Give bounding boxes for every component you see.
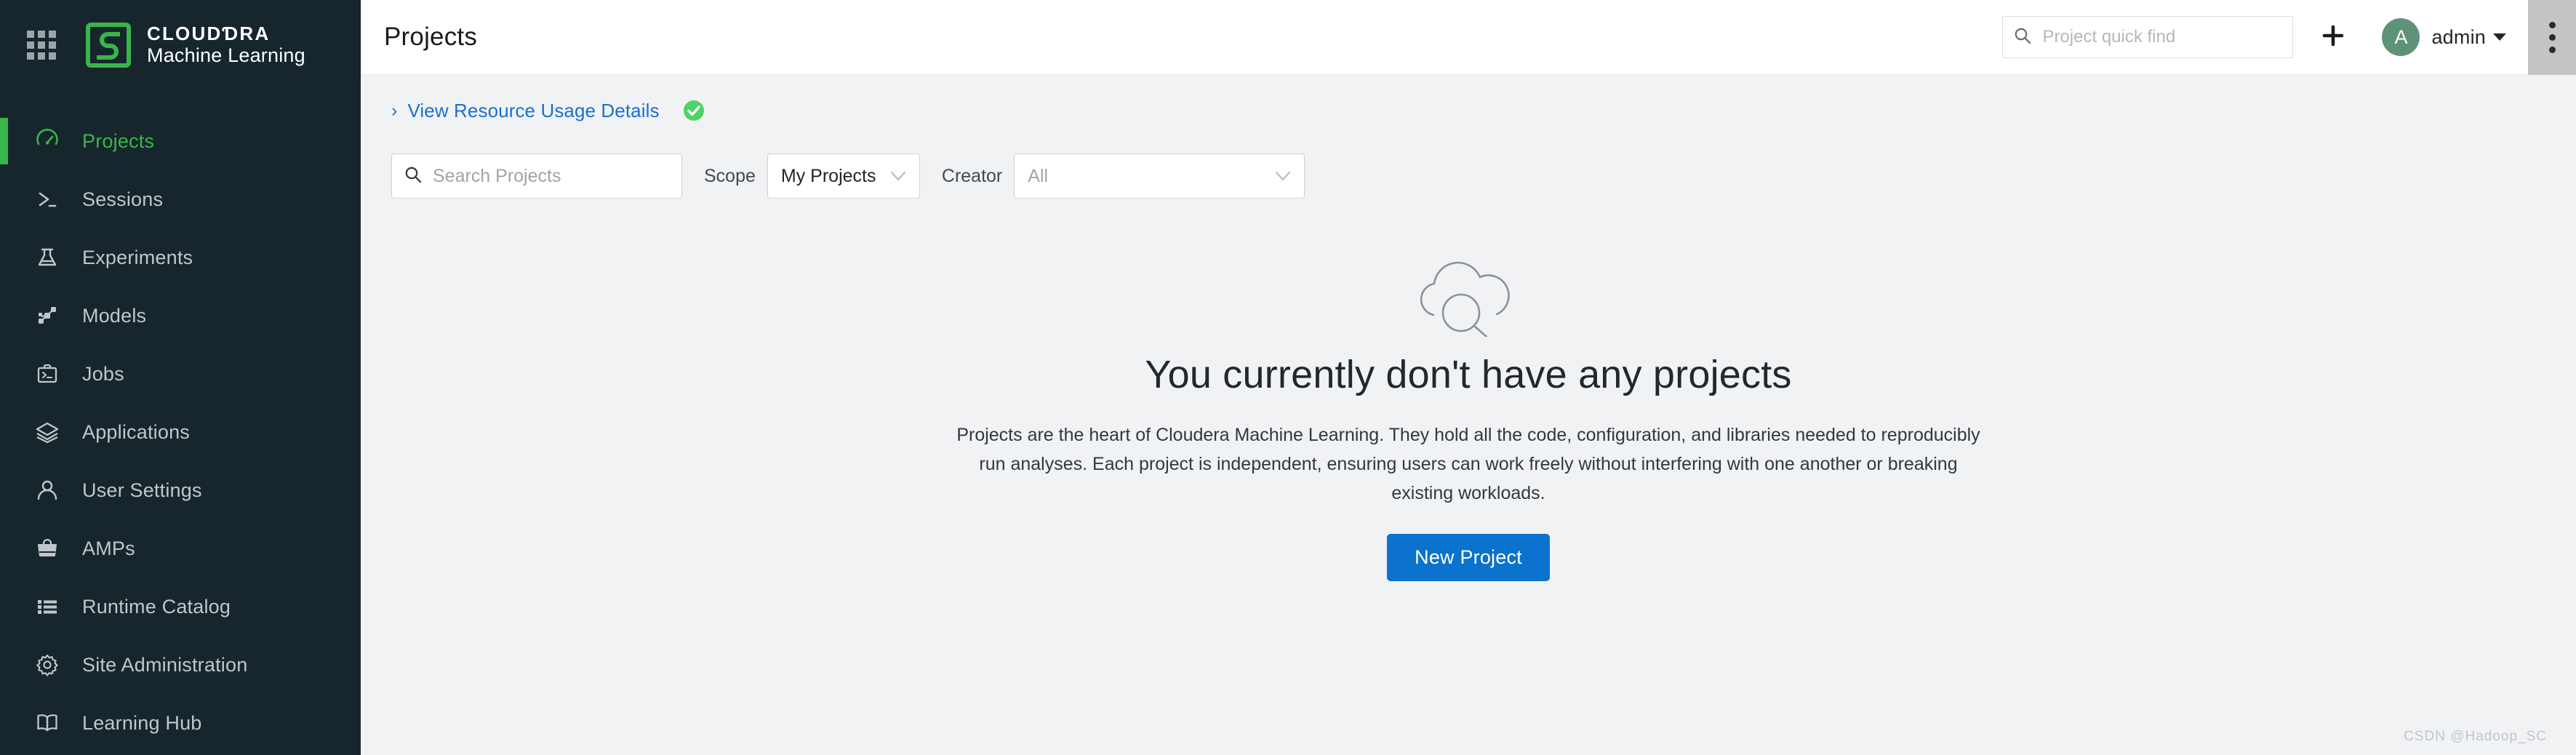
sidebar-item-label: Experiments [82, 246, 193, 268]
watermark: CSDN @Hadoop_SC [2404, 729, 2547, 744]
sidebar-item-sessions[interactable]: Sessions [0, 170, 361, 228]
check-circle-icon [681, 98, 706, 123]
chevron-down-icon [890, 168, 906, 184]
content-area: › View Resource Usage Details Search Pro… [361, 75, 2576, 755]
briefcase-icon [33, 359, 62, 388]
view-resource-usage-link[interactable]: › View Resource Usage Details [391, 100, 660, 122]
sidebar-item-label: AMPs [82, 537, 135, 559]
kebab-menu-icon[interactable] [2528, 0, 2576, 75]
sidebar-item-amps[interactable]: AMPs [0, 519, 361, 578]
empty-state-title: You currently don't have any projects [1145, 353, 1792, 396]
sidebar-item-label: Projects [82, 129, 155, 152]
sidebar-item-models[interactable]: Models [0, 287, 361, 345]
search-projects-input[interactable] [433, 165, 670, 187]
page-title: Projects [384, 23, 478, 51]
sidebar-item-label: Site Administration [82, 653, 248, 676]
brand-line-2: Machine Learning [147, 44, 305, 67]
sidebar-item-label: Sessions [82, 188, 164, 210]
brand-row: CLOUDƊRA Machine Learning [0, 0, 361, 90]
add-button[interactable] [2311, 15, 2356, 60]
sidebar-item-user-settings[interactable]: User Settings [0, 461, 361, 519]
scope-value: My Projects [780, 165, 876, 186]
brand-text: CLOUDƊRA Machine Learning [147, 23, 305, 67]
layers-icon [33, 418, 62, 447]
sidebar-item-label: User Settings [82, 479, 202, 501]
cloudera-logo-icon [86, 23, 131, 68]
app-grid-icon[interactable] [26, 30, 57, 60]
search-icon [2013, 26, 2042, 49]
chevron-down-icon [1275, 168, 1291, 184]
sidebar-item-projects[interactable]: Projects [0, 112, 361, 170]
sidebar-item-applications[interactable]: Applications [0, 403, 361, 461]
search-projects-container[interactable] [391, 153, 682, 199]
top-bar: Projects Project quick find A admin [361, 0, 2576, 75]
gear-icon [33, 650, 62, 679]
sidebar-item-label: Learning Hub [82, 711, 202, 734]
sidebar-item-experiments[interactable]: Experiments [0, 228, 361, 287]
scope-select[interactable]: My Projects [767, 153, 920, 199]
search-icon [404, 165, 433, 188]
plus-icon [2321, 23, 2345, 52]
sidebar-item-label: Jobs [82, 362, 124, 385]
sidebar-nav: Projects Sessions Experiments Models Job… [0, 112, 361, 752]
book-icon [33, 708, 62, 738]
resource-usage-row: › View Resource Usage Details [384, 75, 2553, 123]
sidebar-item-learning-hub[interactable]: Learning Hub [0, 694, 361, 752]
sidebar: CLOUDƊRA Machine Learning Projects Sessi… [0, 0, 361, 755]
creator-select[interactable]: All [1014, 153, 1305, 199]
quick-find-container[interactable] [2002, 16, 2294, 58]
top-bar-actions: A admin [2002, 0, 2576, 75]
sidebar-item-label: Runtime Catalog [82, 595, 231, 618]
list-icon [33, 592, 62, 621]
brand-line-1: CLOUDƊRA [147, 23, 271, 45]
shopping-bag-icon [33, 534, 62, 563]
cloud-search-icon [1396, 242, 1541, 340]
user-name: admin [2431, 25, 2486, 48]
sidebar-item-label: Applications [82, 420, 190, 443]
scope-label: Scope [704, 165, 756, 186]
sidebar-item-runtime-catalog[interactable]: Runtime Catalog [0, 578, 361, 636]
user-menu[interactable]: A admin [2382, 18, 2506, 56]
chevron-right-icon: › [391, 100, 398, 121]
quick-find-input[interactable] [2042, 27, 2283, 47]
filter-row: Scope My Projects Creator All [384, 153, 2553, 199]
empty-state-description: Projects are the heart of Cloudera Machi… [956, 425, 1980, 503]
gauge-icon [33, 127, 62, 156]
caret-down-icon [2493, 33, 2506, 41]
sidebar-item-site-administration[interactable]: Site Administration [0, 636, 361, 694]
view-resource-usage-label: View Resource Usage Details [407, 99, 660, 121]
user-icon [33, 476, 62, 505]
empty-state: You currently don't have any projects Pr… [384, 242, 2553, 581]
creator-value: All [1028, 165, 1049, 186]
terminal-icon [33, 185, 62, 214]
application-root: CLOUDƊRA Machine Learning Projects Sessi… [0, 0, 2576, 755]
creator-label: Creator [941, 165, 1003, 186]
avatar: A [2382, 18, 2420, 56]
sidebar-item-jobs[interactable]: Jobs [0, 345, 361, 403]
sidebar-item-label: Models [82, 304, 147, 327]
flask-icon [33, 243, 62, 272]
main-area: Projects Project quick find A admin › Vi… [361, 0, 2576, 755]
network-icon [33, 301, 62, 330]
new-project-button[interactable]: New Project [1387, 534, 1550, 581]
